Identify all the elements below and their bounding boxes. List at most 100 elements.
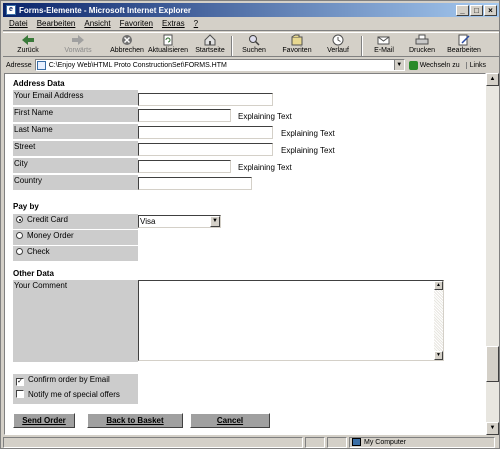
comment-label: Your Comment xyxy=(13,280,138,362)
menu-help[interactable]: ? xyxy=(194,19,198,28)
scroll-up-icon[interactable]: ▲ xyxy=(434,281,443,290)
street-explaining-text: Explaining Text xyxy=(281,146,335,155)
credit-card-radio[interactable] xyxy=(16,216,23,223)
menu-datei[interactable]: Datei xyxy=(9,19,28,28)
back-arrow-icon xyxy=(22,35,34,45)
confirm-email-option[interactable]: ✓ Confirm order by Email xyxy=(13,374,138,389)
cancel-button[interactable]: Cancel xyxy=(190,413,270,428)
money-order-label: Money Order xyxy=(27,231,74,240)
status-text-cell xyxy=(3,436,303,448)
country-label: Country xyxy=(13,175,138,190)
card-type-value: Visa xyxy=(140,217,156,226)
send-order-button[interactable]: Send Order xyxy=(13,413,75,428)
stop-button[interactable]: Abbrechen xyxy=(109,34,145,57)
last-name-field[interactable] xyxy=(138,126,273,139)
browser-window: e Forms-Elemente - Microsoft Internet Ex… xyxy=(0,0,500,449)
city-label: City xyxy=(13,158,138,173)
scroll-up-icon[interactable]: ▲ xyxy=(486,73,499,86)
check-label: Check xyxy=(27,247,50,256)
money-order-radio[interactable] xyxy=(16,232,23,239)
forward-button[interactable]: Vorwärts xyxy=(61,34,95,57)
first-name-field[interactable] xyxy=(138,109,231,122)
first-name-label: First Name xyxy=(13,107,138,122)
check-radio[interactable] xyxy=(16,248,23,255)
notify-offers-checkbox[interactable] xyxy=(16,390,24,398)
refresh-button[interactable]: Aktualisieren xyxy=(147,34,189,57)
comment-scrollbar[interactable] xyxy=(434,281,443,360)
links-button[interactable]: Links xyxy=(465,61,486,69)
payment-option-money-order[interactable]: Money Order xyxy=(13,230,138,245)
other-section-title: Other Data xyxy=(13,269,54,278)
menu-extras[interactable]: Extras xyxy=(162,19,185,28)
edit-button[interactable]: Bearbeiten xyxy=(445,34,483,57)
forward-arrow-icon xyxy=(72,35,84,45)
comment-textarea[interactable]: ▲ ▼ xyxy=(138,280,444,361)
scroll-thumb[interactable] xyxy=(486,346,499,382)
street-field[interactable] xyxy=(138,143,273,156)
forward-label: Vorwärts xyxy=(64,47,92,54)
edit-label: Bearbeiten xyxy=(447,47,481,54)
notify-offers-option[interactable]: Notify me of special offers xyxy=(13,389,138,404)
maximize-button[interactable]: □ xyxy=(470,4,483,16)
stop-icon xyxy=(122,35,132,45)
notify-offers-label: Notify me of special offers xyxy=(28,390,120,399)
refresh-icon xyxy=(163,34,173,46)
home-icon xyxy=(204,34,216,46)
mail-label: E-Mail xyxy=(374,47,394,54)
scroll-down-icon[interactable]: ▼ xyxy=(434,351,443,360)
back-button[interactable]: Zurück xyxy=(13,34,43,57)
city-field[interactable] xyxy=(138,160,231,173)
address-bar: Adresse C:\Enjoy Web\HTML Proto Construc… xyxy=(3,58,499,72)
minimize-button[interactable]: _ xyxy=(456,4,469,16)
address-label: Adresse xyxy=(6,61,32,69)
page-content: Address Data Your Email Address First Na… xyxy=(4,73,486,435)
menu-favoriten[interactable]: Favoriten xyxy=(120,19,153,28)
menu-ansicht[interactable]: Ansicht xyxy=(84,19,110,28)
favorites-button[interactable]: Favoriten xyxy=(279,34,315,57)
menu-bar: Datei Bearbeiten Ansicht Favoriten Extra… xyxy=(3,17,499,31)
favorites-icon xyxy=(291,34,303,46)
ie-logo-icon: e xyxy=(6,5,16,15)
zone-label: My Computer xyxy=(364,438,407,446)
confirm-email-checkbox[interactable]: ✓ xyxy=(16,378,24,386)
payby-section-title: Pay by xyxy=(13,202,39,211)
payment-option-check[interactable]: Check xyxy=(13,246,138,261)
country-field[interactable] xyxy=(138,177,252,190)
history-button[interactable]: Verlauf xyxy=(323,34,353,57)
page-icon xyxy=(36,60,46,70)
status-bar: My Computer xyxy=(3,436,499,448)
card-type-select[interactable]: Visa ▼ xyxy=(138,215,221,228)
toolbar: Zurück Vorwärts Abbrechen Aktualisieren … xyxy=(3,32,499,57)
address-input[interactable]: C:\Enjoy Web\HTML Proto ConstructionSet\… xyxy=(34,59,405,71)
address-url: C:\Enjoy Web\HTML Proto ConstructionSet\… xyxy=(48,61,227,69)
home-button[interactable]: Startseite xyxy=(195,34,225,57)
back-label: Zurück xyxy=(17,47,39,54)
go-label: Wechseln zu xyxy=(419,61,460,69)
email-field[interactable] xyxy=(138,93,273,106)
street-label: Street xyxy=(13,141,138,156)
search-button[interactable]: Suchen xyxy=(239,34,269,57)
security-zone: My Computer xyxy=(349,436,495,448)
payment-option-credit-card[interactable]: Credit Card xyxy=(13,214,138,229)
favorites-label: Favoriten xyxy=(282,47,312,54)
print-button[interactable]: Drucken xyxy=(407,34,437,57)
stop-label: Abbrechen xyxy=(110,47,144,54)
go-arrow-icon xyxy=(408,60,418,70)
page-scrollbar[interactable]: ▲ ▼ xyxy=(486,73,499,435)
go-button[interactable]: Wechseln zu xyxy=(408,60,460,70)
print-label: Drucken xyxy=(408,47,436,54)
chevron-down-icon[interactable]: ▼ xyxy=(210,216,220,227)
window-title: Forms-Elemente - Microsoft Internet Expl… xyxy=(19,5,192,15)
close-button[interactable]: × xyxy=(484,4,497,16)
computer-icon xyxy=(352,438,361,446)
mail-button[interactable]: E-Mail xyxy=(369,34,399,57)
history-icon xyxy=(332,34,344,46)
menu-bearbeiten[interactable]: Bearbeiten xyxy=(37,19,76,28)
email-label: Your Email Address xyxy=(13,90,138,105)
credit-card-label: Credit Card xyxy=(27,215,68,224)
chevron-down-icon[interactable]: ▼ xyxy=(393,60,404,70)
back-to-basket-button[interactable]: Back to Basket xyxy=(87,413,183,428)
last-name-explaining-text: Explaining Text xyxy=(281,129,335,138)
scroll-down-icon[interactable]: ▼ xyxy=(486,422,499,435)
edit-icon xyxy=(458,34,470,46)
